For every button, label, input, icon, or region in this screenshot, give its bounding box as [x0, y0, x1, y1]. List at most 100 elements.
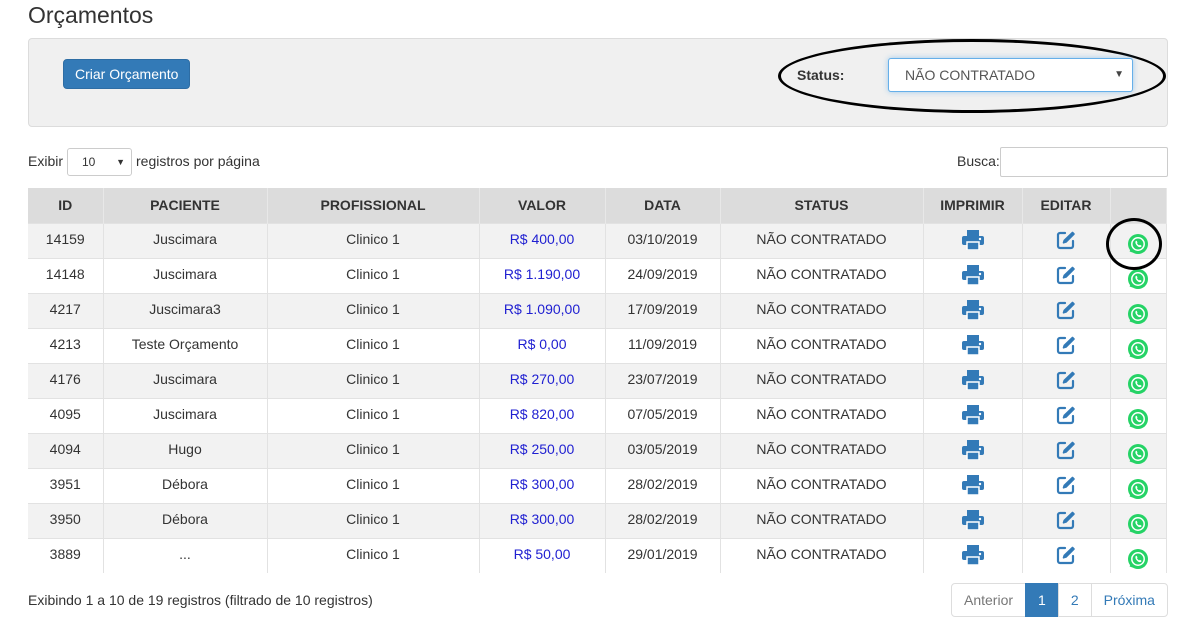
cell-imprimir [923, 327, 1023, 363]
pagination-page-2[interactable]: 2 [1057, 583, 1092, 617]
column-header-valor[interactable]: VALOR [479, 188, 606, 223]
status-select-value: NÃO CONTRATADO [905, 67, 1036, 83]
cell-editar [1022, 362, 1111, 398]
cell-imprimir [923, 432, 1023, 468]
cell-editar [1022, 327, 1111, 363]
cell-whatsapp [1110, 327, 1167, 363]
cell-paciente: Teste Orçamento [103, 327, 268, 363]
printer-icon[interactable] [961, 299, 984, 323]
printer-icon[interactable] [961, 229, 984, 253]
cell-profissional: Clinico 1 [267, 292, 480, 328]
cell-valor: R$ 820,00 [479, 397, 606, 433]
edit-icon[interactable] [1056, 475, 1076, 498]
cell-profissional: Clinico 1 [267, 362, 480, 398]
pagination-previous[interactable]: Anterior [951, 583, 1027, 617]
cell-data: 07/05/2019 [605, 397, 721, 433]
pagination-page-1[interactable]: 1 [1025, 583, 1059, 617]
status-label: Status: [797, 67, 845, 83]
status-select[interactable]: NÃO CONTRATADO ▼ [888, 58, 1133, 92]
cell-editar [1022, 222, 1111, 258]
cell-status: NÃO CONTRATADO [720, 257, 924, 293]
cell-profissional: Clinico 1 [267, 327, 480, 363]
edit-icon[interactable] [1056, 300, 1076, 323]
printer-icon[interactable] [961, 474, 984, 498]
cell-imprimir [923, 257, 1023, 293]
whatsapp-icon[interactable] [1127, 373, 1149, 398]
cell-whatsapp [1110, 292, 1167, 328]
edit-icon[interactable] [1056, 440, 1076, 463]
whatsapp-highlight-annotation [1106, 218, 1162, 270]
cell-paciente: Juscimara [103, 222, 268, 258]
cell-valor: R$ 250,00 [479, 432, 606, 468]
edit-icon[interactable] [1056, 265, 1076, 288]
cell-data: 28/02/2019 [605, 502, 721, 538]
whatsapp-icon[interactable] [1127, 513, 1149, 538]
cell-paciente: Juscimara [103, 257, 268, 293]
whatsapp-icon[interactable] [1127, 548, 1149, 573]
whatsapp-icon[interactable] [1127, 478, 1149, 503]
cell-id: 4094 [28, 432, 104, 468]
whatsapp-icon[interactable] [1127, 408, 1149, 433]
column-header-profissional[interactable]: PROFISSIONAL [267, 188, 480, 223]
edit-icon[interactable] [1056, 510, 1076, 533]
cell-valor: R$ 50,00 [479, 537, 606, 573]
cell-profissional: Clinico 1 [267, 257, 480, 293]
cell-id: 4095 [28, 397, 104, 433]
edit-icon[interactable] [1056, 335, 1076, 358]
table-info: Exibindo 1 a 10 de 19 registros (filtrad… [28, 592, 373, 608]
cell-editar [1022, 397, 1111, 433]
cell-valor: R$ 300,00 [479, 467, 606, 503]
edit-icon[interactable] [1056, 370, 1076, 393]
cell-imprimir [923, 467, 1023, 503]
pagination-next[interactable]: Próxima [1090, 583, 1168, 617]
cell-data: 23/07/2019 [605, 362, 721, 398]
column-header-data[interactable]: DATA [605, 188, 721, 223]
printer-icon[interactable] [961, 264, 984, 288]
printer-icon[interactable] [961, 404, 984, 428]
cell-id: 14159 [28, 222, 104, 258]
pagination: Anterior 1 2 Próxima [951, 583, 1168, 617]
cell-status: NÃO CONTRATADO [720, 327, 924, 363]
cell-id: 3950 [28, 502, 104, 538]
cell-valor: R$ 300,00 [479, 502, 606, 538]
cell-status: NÃO CONTRATADO [720, 502, 924, 538]
edit-icon[interactable] [1056, 545, 1076, 568]
column-header-status[interactable]: STATUS [720, 188, 924, 223]
column-header-paciente[interactable]: PACIENTE [103, 188, 268, 223]
table-row: 3950 Débora Clinico 1 R$ 300,00 28/02/2019 NÃ… [28, 502, 1167, 538]
cell-status: NÃO CONTRATADO [720, 222, 924, 258]
cell-paciente: Juscimara [103, 397, 268, 433]
whatsapp-icon[interactable] [1127, 338, 1149, 363]
cell-id: 14148 [28, 257, 104, 293]
cell-profissional: Clinico 1 [267, 467, 480, 503]
cell-profissional: Clinico 1 [267, 432, 480, 468]
cell-whatsapp [1110, 502, 1167, 538]
page-length-select[interactable]: 10 ▼ [67, 148, 132, 176]
cell-id: 4217 [28, 292, 104, 328]
filter-panel: Criar Orçamento Status: NÃO CONTRATADO ▼ [28, 38, 1168, 127]
printer-icon[interactable] [961, 439, 984, 463]
printer-icon[interactable] [961, 544, 984, 568]
cell-status: NÃO CONTRATADO [720, 362, 924, 398]
cell-imprimir [923, 292, 1023, 328]
edit-icon[interactable] [1056, 405, 1076, 428]
printer-icon[interactable] [961, 334, 984, 358]
cell-whatsapp [1110, 537, 1167, 573]
length-prefix: Exibir [28, 153, 64, 169]
search-input[interactable] [1000, 147, 1168, 177]
printer-icon[interactable] [961, 509, 984, 533]
budgets-table: ID PACIENTE PROFISSIONAL VALOR DATA STAT… [28, 188, 1167, 573]
column-header-id[interactable]: ID [28, 188, 104, 223]
create-budget-button[interactable]: Criar Orçamento [63, 59, 191, 89]
cell-data: 03/05/2019 [605, 432, 721, 468]
whatsapp-icon[interactable] [1127, 268, 1149, 293]
whatsapp-icon[interactable] [1127, 303, 1149, 328]
cell-imprimir [923, 222, 1023, 258]
whatsapp-icon[interactable] [1127, 443, 1149, 468]
cell-status: NÃO CONTRATADO [720, 432, 924, 468]
cell-whatsapp [1110, 362, 1167, 398]
cell-profissional: Clinico 1 [267, 222, 480, 258]
printer-icon[interactable] [961, 369, 984, 393]
edit-icon[interactable] [1056, 230, 1076, 253]
cell-id: 3951 [28, 467, 104, 503]
